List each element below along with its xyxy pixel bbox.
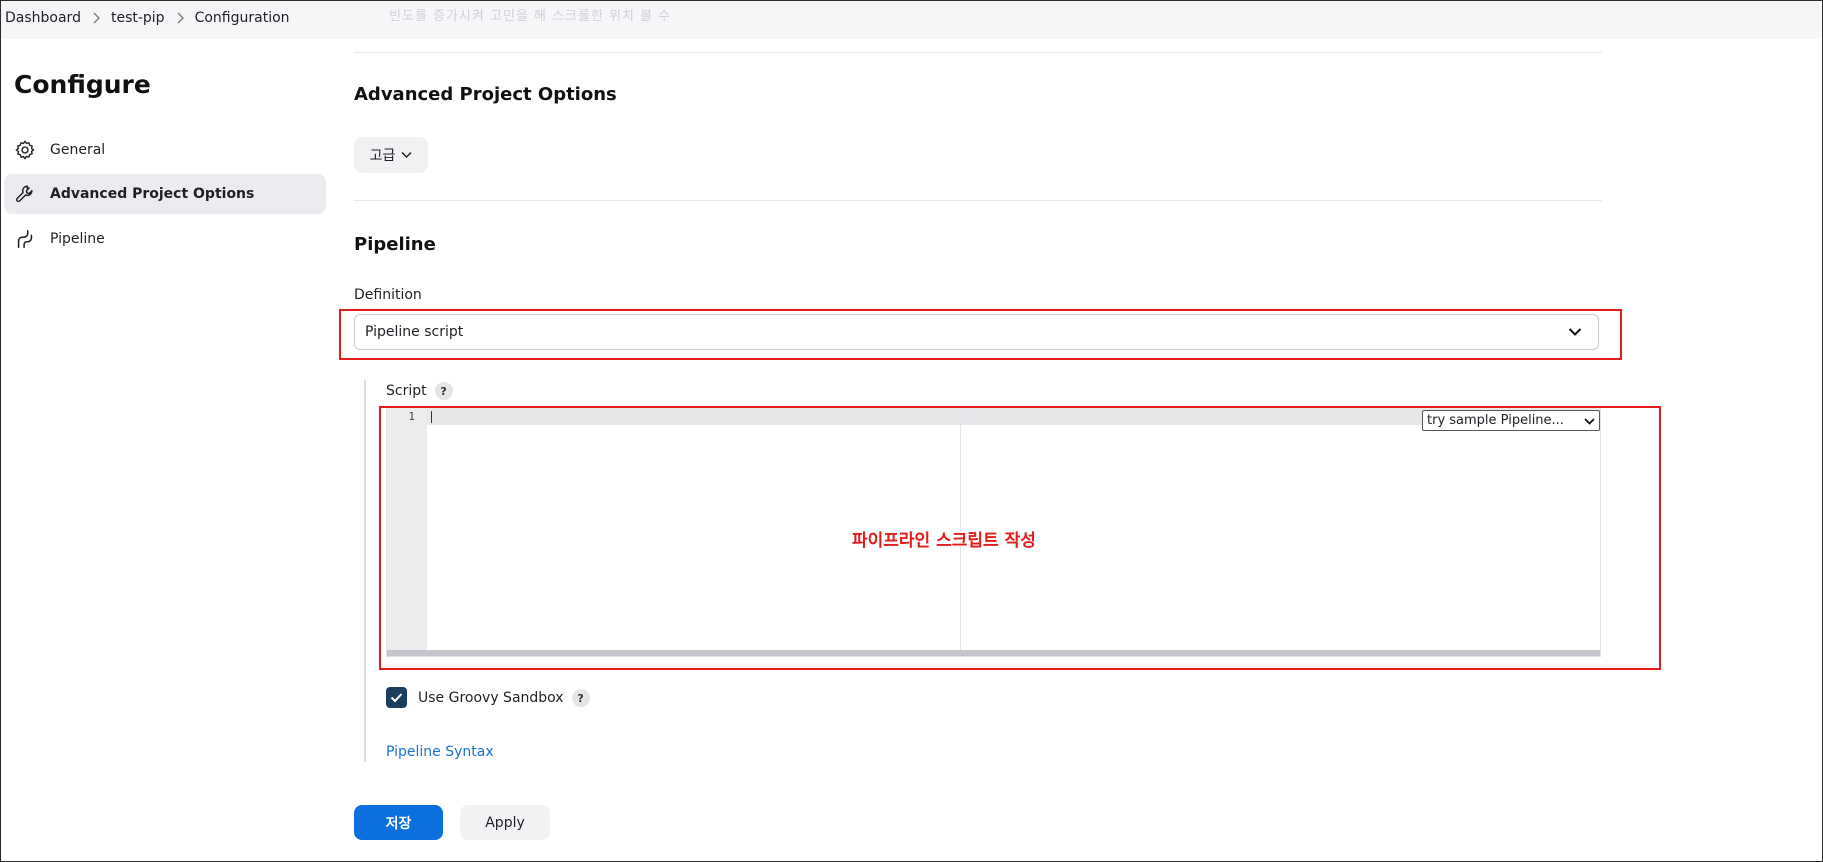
sidebar-item-pipeline[interactable]: Pipeline: [4, 219, 326, 259]
breadcrumb-dashboard[interactable]: Dashboard: [5, 10, 81, 26]
page-title: Configure: [14, 70, 151, 99]
definition-select[interactable]: Pipeline script: [354, 314, 1599, 350]
sidebar-item-advanced-project-options[interactable]: Advanced Project Options: [4, 174, 326, 214]
breadcrumb-configuration[interactable]: Configuration: [195, 10, 290, 26]
groovy-sandbox-label: Use Groovy Sandbox ?: [418, 689, 590, 707]
apply-button[interactable]: Apply: [460, 805, 550, 840]
chevron-right-icon: [165, 10, 195, 26]
advanced-toggle-button[interactable]: 고급: [354, 137, 428, 173]
chevron-down-icon: [1568, 325, 1582, 341]
pipeline-syntax-link[interactable]: Pipeline Syntax: [386, 744, 494, 760]
sample-pipeline-select-value: try sample Pipeline...: [1427, 413, 1564, 428]
sidebar-item-label: Pipeline: [50, 231, 105, 247]
chevron-down-icon: [395, 147, 412, 163]
advanced-section-title: Advanced Project Options: [354, 84, 617, 105]
sandbox-help-icon[interactable]: ?: [571, 689, 590, 707]
sidebar-item-label: General: [50, 142, 106, 158]
script-help-icon[interactable]: ?: [434, 382, 453, 400]
breadcrumb: Dashboard test-pip Configuration: [5, 10, 290, 26]
editor-horizontal-scrollbar[interactable]: [387, 650, 1600, 656]
save-button[interactable]: 저장: [354, 805, 443, 840]
line-number: 1: [408, 410, 415, 423]
breadcrumb-bar: 빈도를 증가시켜 고민을 해 스크롤한 위치 볼 수 Dashboard tes…: [1, 1, 1821, 39]
advanced-button-label: 고급: [369, 148, 396, 164]
gear-icon: [14, 139, 36, 161]
section-divider: [354, 52, 1602, 53]
breadcrumb-test-pip[interactable]: test-pip: [111, 10, 165, 26]
editor-gutter: [387, 408, 427, 656]
script-label: Script ?: [386, 382, 453, 400]
sidebar-item-label: Advanced Project Options: [50, 186, 255, 202]
nested-section-bar: [364, 380, 366, 762]
chevron-down-icon: [1584, 415, 1595, 430]
pipeline-icon: [14, 228, 36, 250]
wrench-icon: [14, 183, 36, 205]
groovy-sandbox-checkbox[interactable]: [386, 687, 407, 708]
section-divider: [354, 200, 1602, 201]
sample-pipeline-select[interactable]: try sample Pipeline...: [1422, 410, 1600, 431]
checkmark-icon: [390, 688, 403, 707]
pipeline-section-title: Pipeline: [354, 234, 436, 255]
chevron-right-icon: [81, 10, 111, 26]
editor-cursor: [431, 411, 432, 423]
sidebar-item-general[interactable]: General: [4, 130, 326, 170]
script-annotation: 파이프라인 스크립트 작성: [852, 531, 1036, 551]
script-label-text: Script: [386, 383, 427, 399]
groovy-sandbox-label-text: Use Groovy Sandbox: [418, 690, 564, 706]
faded-header-text: 빈도를 증가시켜 고민을 해 스크롤한 위치 볼 수: [389, 9, 672, 24]
definition-select-value: Pipeline script: [365, 324, 464, 340]
definition-label: Definition: [354, 287, 422, 303]
